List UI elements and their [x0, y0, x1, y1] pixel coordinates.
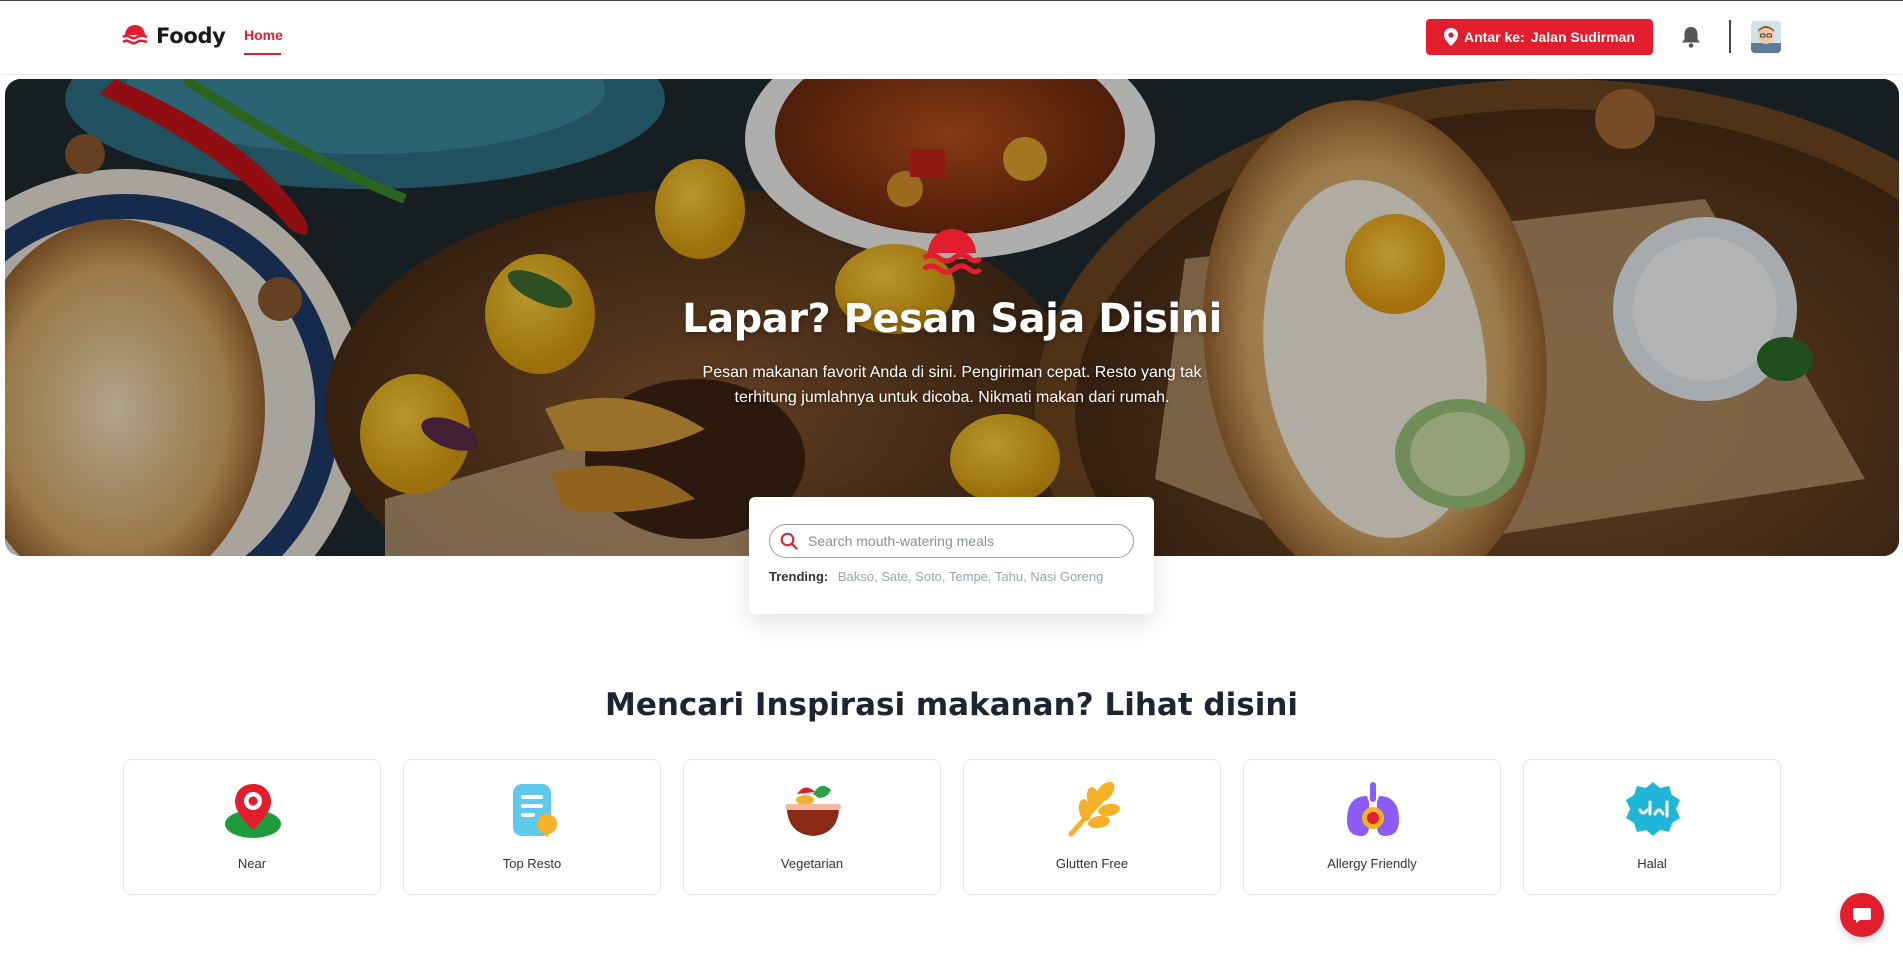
- category-card-allergy-friendly[interactable]: Allergy Friendly: [1243, 759, 1501, 895]
- location-pin-icon: [1444, 28, 1459, 46]
- category-card-vegetarian[interactable]: Vegetarian: [683, 759, 941, 895]
- hero-brand-icon: [922, 229, 982, 275]
- trending-label: Trending:: [769, 569, 829, 584]
- category-label: Top Resto: [502, 856, 562, 871]
- category-card-gluten-free[interactable]: Glutten Free: [963, 759, 1221, 895]
- category-label: Allergy Friendly: [1327, 856, 1417, 871]
- search-input[interactable]: [808, 533, 1108, 549]
- inspiration-title: Mencari Inspirasi makanan? Lihat disini: [604, 687, 1299, 723]
- hero-subtitle: Pesan makanan favorit Anda di sini. Peng…: [702, 364, 1202, 406]
- hero-title: Lapar? Pesan Saja Disini: [682, 296, 1222, 342]
- wheat-icon: [1068, 781, 1120, 837]
- category-card-halal[interactable]: Halal: [1523, 759, 1781, 895]
- nav-active-indicator: [244, 53, 281, 55]
- hero-banner: Lapar? Pesan Saja Disini Pesan makanan f…: [5, 79, 1899, 556]
- trending-row: Trending: Bakso, Sate, Soto, Tempe, Tahu…: [769, 569, 1103, 584]
- trending-items[interactable]: Bakso, Sate, Soto, Tempe, Tahu, Nasi Gor…: [838, 569, 1103, 584]
- avatar-image: [1751, 21, 1781, 53]
- halal-badge-icon: [1626, 782, 1680, 836]
- deliver-address: Jalan Sudirman: [1530, 29, 1635, 45]
- category-label: Vegetarian: [780, 856, 844, 871]
- deliver-to-label: Antar ke:: [1464, 29, 1525, 45]
- search-icon: [780, 532, 798, 550]
- deliver-to-button[interactable]: Antar ke: Jalan Sudirman: [1426, 19, 1653, 55]
- chat-bubble-icon: [1853, 908, 1871, 923]
- nav-home-link[interactable]: Home: [244, 27, 283, 43]
- chat-button[interactable]: [1840, 893, 1884, 937]
- search-card: Trending: Bakso, Sate, Soto, Tempe, Tahu…: [749, 497, 1154, 614]
- foody-logo-icon: [122, 25, 148, 45]
- search-field[interactable]: [769, 524, 1134, 558]
- category-label: Glutten Free: [1055, 856, 1129, 871]
- category-card-near[interactable]: Near: [123, 759, 381, 895]
- top-navbar: Foody Home Antar ke: Jalan Sudirman: [0, 1, 1903, 75]
- menu-list-icon: [513, 784, 557, 838]
- bell-icon[interactable]: [1680, 25, 1702, 49]
- brand-name: Foody: [156, 24, 226, 48]
- salad-bowl-icon: [785, 785, 841, 836]
- category-label: Halal: [1637, 856, 1667, 871]
- brand-logo[interactable]: Foody: [122, 24, 226, 48]
- category-label: Near: [237, 856, 267, 871]
- allergy-lungs-icon: [1347, 782, 1399, 836]
- avatar[interactable]: [1751, 21, 1781, 53]
- header-divider: [1729, 20, 1731, 53]
- category-list: Near Top Resto Vegetarian Glutten Free A…: [123, 759, 1781, 895]
- category-card-top-resto[interactable]: Top Resto: [403, 759, 661, 895]
- map-pin-icon: [225, 784, 281, 838]
